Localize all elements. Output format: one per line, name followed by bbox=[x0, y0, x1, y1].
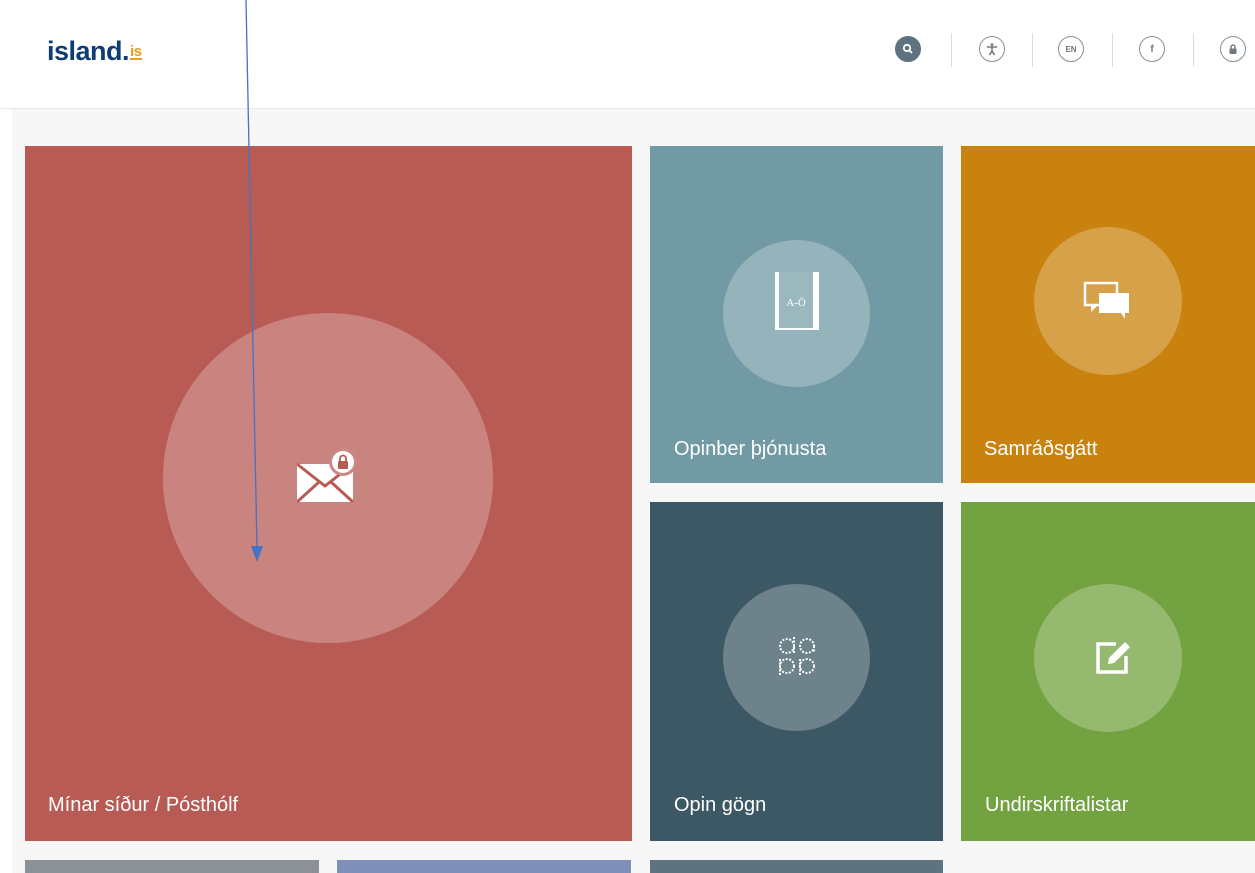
tile-label: Samráðsgátt bbox=[984, 438, 1098, 460]
tile-consultation-portal[interactable]: Samráðsgátt bbox=[961, 146, 1255, 483]
tile-label: Undirskriftalistar bbox=[985, 794, 1129, 816]
tile-my-pages[interactable]: Mínar síður / Pósthólf bbox=[25, 146, 632, 841]
divider bbox=[951, 33, 952, 67]
divider bbox=[1193, 33, 1194, 67]
tile-public-services[interactable]: A-Ö Opinber þjónusta bbox=[650, 146, 943, 483]
mail-lock-icon bbox=[297, 448, 357, 504]
lock-icon[interactable] bbox=[1220, 36, 1246, 62]
tile-bottom-1[interactable] bbox=[25, 860, 319, 873]
chat-icon bbox=[1083, 281, 1129, 319]
search-icon[interactable] bbox=[895, 36, 921, 62]
language-icon[interactable]: EN bbox=[1058, 36, 1084, 62]
open-data-icon bbox=[779, 637, 815, 675]
tile-label: Mínar síður / Pósthólf bbox=[48, 794, 239, 816]
tile-bottom-2[interactable] bbox=[337, 860, 631, 873]
island-logo[interactable]: island.is bbox=[47, 36, 142, 67]
edit-icon bbox=[1096, 642, 1130, 674]
tile-petitions[interactable]: Undirskriftalistar bbox=[961, 502, 1255, 841]
tile-label: Opinber þjónusta bbox=[674, 438, 827, 460]
facebook-icon[interactable]: f bbox=[1139, 36, 1165, 62]
divider bbox=[1032, 33, 1033, 67]
tile-bottom-3[interactable] bbox=[650, 860, 943, 873]
site-header: island.is EN f bbox=[0, 0, 1255, 109]
tile-open-data[interactable]: Opin gögn bbox=[650, 502, 943, 841]
svg-text:A-Ö: A-Ö bbox=[786, 297, 806, 309]
book-icon: A-Ö bbox=[775, 272, 819, 330]
tile-label: Opin gögn bbox=[674, 794, 767, 816]
divider bbox=[1112, 33, 1113, 67]
accessibility-icon[interactable] bbox=[979, 36, 1005, 62]
